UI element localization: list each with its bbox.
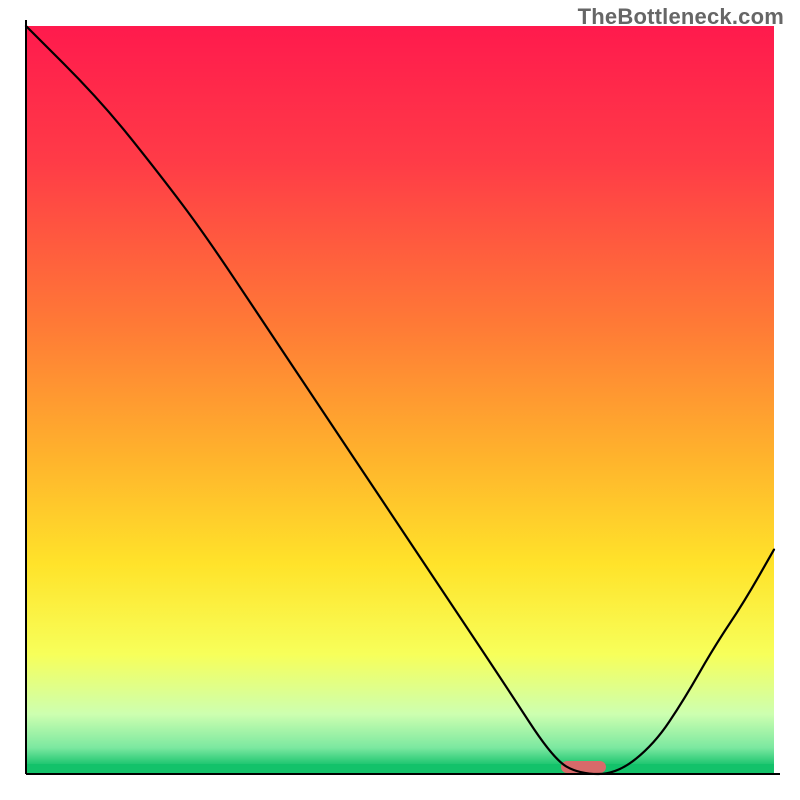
axis-lines	[20, 20, 780, 780]
plot-area	[26, 26, 774, 774]
chart-container: TheBottleneck.com	[0, 0, 800, 800]
